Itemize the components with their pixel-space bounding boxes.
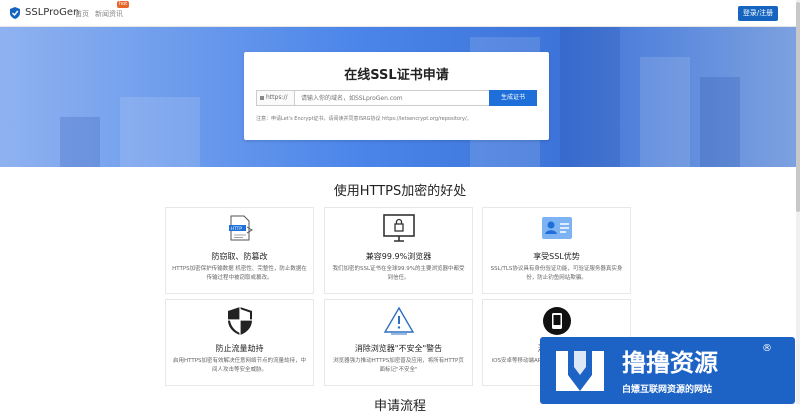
lock-icon bbox=[260, 95, 264, 100]
watermark-subtitle: 白嫖互联网资源的网站 bbox=[622, 385, 713, 395]
shield-logo-icon[interactable] bbox=[8, 6, 22, 20]
benefit-card: 防止流量劫持 启用HTTPS加密有效解决任意网络节点的流量劫持，中间人攻击等安全… bbox=[165, 299, 314, 386]
benefit-desc: SSL/TLS协议具有身份验证功能，可验证服务器真实身份，防止钓鱼网站欺骗。 bbox=[490, 266, 623, 281]
hero-title: 在线SSL证书申请 bbox=[344, 68, 449, 83]
building-decoration bbox=[700, 77, 740, 167]
benefit-desc: 启用HTTPS加密有效解决任意网络节点的流量劫持，中间人攻击等安全威胁。 bbox=[172, 358, 307, 373]
watermark-text: 撸撸资源 bbox=[622, 349, 718, 377]
building-decoration bbox=[640, 57, 690, 167]
benefit-card: HTTP 防窃取、防篡改 HTTPS加密保护传输数据 机密性、完整性，防止数据在… bbox=[165, 207, 314, 294]
http-doc-icon: HTTP bbox=[228, 215, 253, 241]
hot-badge: hot bbox=[117, 1, 130, 8]
brand-name[interactable]: SSLProGen bbox=[25, 7, 79, 18]
warning-icon bbox=[383, 306, 414, 335]
top-navbar: SSLProGen 首页 新闻资讯 hot 登录/注册 bbox=[0, 0, 800, 27]
building-decoration bbox=[560, 27, 620, 167]
shield-icon bbox=[227, 307, 252, 335]
terms-note: 注意：申请Let's Encrypt证书，请阅读并同意ISRG协议 https:… bbox=[256, 116, 472, 122]
scroll-thumb[interactable] bbox=[796, 2, 800, 212]
page-scrollbar[interactable] bbox=[796, 0, 800, 404]
monitor-lock-icon bbox=[382, 214, 415, 242]
watermark-overlay: 撸撸资源 ® 白嫖互联网资源的网站 bbox=[540, 337, 795, 404]
login-register-button[interactable]: 登录/注册 bbox=[738, 6, 778, 21]
domain-input[interactable] bbox=[301, 91, 501, 105]
nav-home-link[interactable]: 首页 bbox=[75, 9, 89, 19]
benefit-card: 享受SSL优势 SSL/TLS协议具有身份验证功能，可验证服务器真实身份，防止钓… bbox=[482, 207, 631, 294]
protocol-prefix: https:// bbox=[257, 91, 295, 105]
benefit-title: 兼容99.9%浏览器 bbox=[365, 252, 432, 261]
benefit-desc: 我们加密的SSL证书在全球99.9%的主要浏览器中都受到信任。 bbox=[332, 266, 465, 281]
benefit-title: 防窃取、防篡改 bbox=[211, 252, 268, 261]
benefit-title: 防止流量劫持 bbox=[215, 344, 264, 353]
domain-input-group: https:// 生成证书 bbox=[256, 90, 537, 106]
watermark-logo-icon bbox=[556, 351, 604, 391]
nav-news-link[interactable]: 新闻资讯 bbox=[95, 9, 123, 19]
registered-mark: ® bbox=[762, 343, 772, 354]
benefit-title: 享受SSL优势 bbox=[533, 252, 580, 261]
benefit-card: 兼容99.9%浏览器 我们加密的SSL证书在全球99.9%的主要浏览器中都受到信… bbox=[324, 207, 473, 294]
benefit-desc: HTTPS加密保护传输数据 机密性、完整性，防止数据在传输过程中被窃取或篡改。 bbox=[172, 266, 307, 281]
benefit-card: 消除浏览器"不安全"警告 浏览器强力推动HTTPS加密普及应用，将所有HTTP页… bbox=[324, 299, 473, 386]
ssl-apply-card: 在线SSL证书申请 https:// 生成证书 注意：申请Let's Encry… bbox=[244, 52, 549, 140]
generate-cert-button[interactable]: 生成证书 bbox=[489, 90, 537, 106]
benefits-title: 使用HTTPS加密的好处 bbox=[333, 184, 467, 199]
benefit-desc: 浏览器强力推动HTTPS加密普及应用，将所有HTTP页面标记"不安全" bbox=[333, 358, 464, 373]
phone-icon bbox=[542, 307, 571, 335]
id-card-icon bbox=[541, 217, 572, 239]
building-decoration bbox=[120, 97, 200, 167]
building-decoration bbox=[60, 117, 100, 167]
svg-text:HTTP: HTTP bbox=[230, 226, 242, 232]
benefit-title: 消除浏览器"不安全"警告 bbox=[354, 344, 443, 353]
